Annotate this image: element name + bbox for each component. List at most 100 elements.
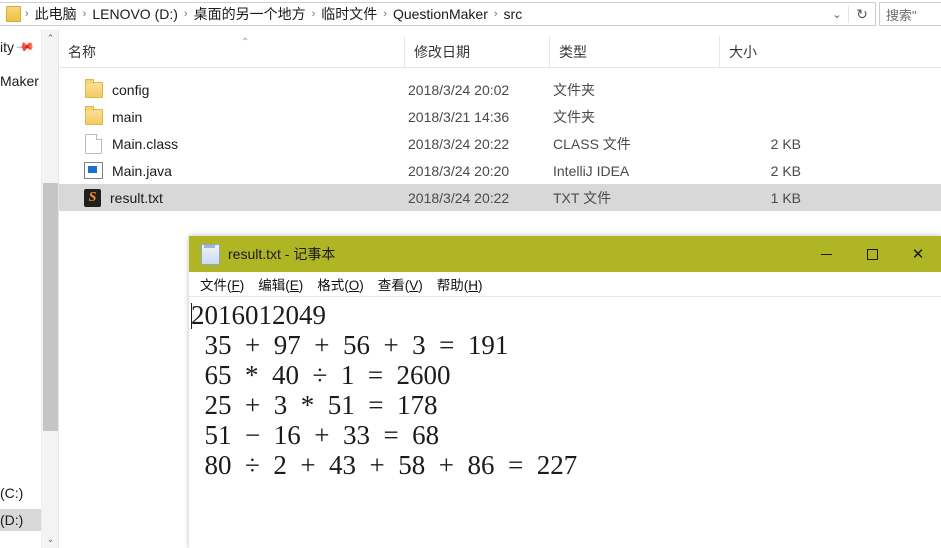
- file-type-cell: 文件夹: [553, 108, 595, 125]
- breadcrumb-separator: ›: [82, 8, 87, 20]
- refresh-icon[interactable]: ↻: [848, 5, 875, 23]
- nav-item-label: ity: [0, 39, 14, 55]
- maximize-icon: [866, 248, 878, 260]
- menu-item-view[interactable]: 查看(V): [371, 272, 430, 296]
- menu-accelerator: F: [231, 278, 240, 293]
- file-type-cell: IntelliJ IDEA: [553, 162, 630, 179]
- table-row[interactable]: S result.txt 2018/3/24 20:22 TXT 文件 1 KB: [59, 184, 941, 211]
- notepad-window: result.txt - 记事本 ✕ 文件(F) 编辑(E) 格式(O) 查看(…: [189, 236, 941, 548]
- search-placeholder: 搜索": [886, 7, 917, 23]
- file-date-cell: 2018/3/24 20:20: [408, 162, 510, 179]
- column-header-size[interactable]: 大小: [719, 36, 819, 67]
- file-name: result.txt: [110, 189, 163, 206]
- column-header-date[interactable]: 修改日期: [404, 36, 549, 67]
- breadcrumb-separator: ›: [311, 8, 316, 20]
- menu-label: 编辑: [258, 278, 286, 293]
- menu-label: 查看: [377, 278, 405, 293]
- file-size-cell: 1 KB: [770, 189, 801, 206]
- menu-label: 帮助: [436, 278, 464, 293]
- file-name-cell: S result.txt: [83, 184, 403, 211]
- file-date-cell: 2018/3/24 20:22: [408, 135, 510, 152]
- notepad-icon: [201, 243, 220, 265]
- navigation-pane: ity 📌 Maker (C:) (D:): [0, 30, 41, 548]
- file-type-cell: TXT 文件: [553, 189, 612, 206]
- folder-icon: [85, 78, 103, 98]
- maximize-button[interactable]: [849, 236, 895, 272]
- file-size-cell: [723, 103, 823, 130]
- file-name-cell: main: [83, 103, 403, 130]
- search-input[interactable]: 搜索": [879, 2, 941, 26]
- close-icon: ✕: [911, 245, 925, 263]
- close-button[interactable]: ✕: [895, 236, 941, 272]
- scroll-up-icon[interactable]: ⌃: [42, 30, 59, 47]
- nav-item-label: (C:): [0, 485, 24, 501]
- document-icon: [85, 133, 102, 154]
- nav-item-label: (D:): [0, 512, 24, 528]
- breadcrumb-separator: ›: [183, 8, 188, 20]
- file-name: Main.java: [112, 162, 172, 179]
- menu-accelerator: V: [409, 278, 419, 293]
- file-name-cell: config: [83, 76, 403, 103]
- notepad-content: 2016012049 35 + 97 + 56 + 3 = 191 65 * 4…: [191, 300, 578, 480]
- file-date-cell: 2018/3/24 20:22: [408, 189, 510, 206]
- menu-accelerator: O: [348, 278, 360, 293]
- file-name: Main.class: [112, 135, 179, 152]
- notepad-menu-bar: 文件(F) 编辑(E) 格式(O) 查看(V) 帮助(H): [189, 272, 941, 296]
- window-controls: ✕: [803, 236, 941, 272]
- table-row[interactable]: main 2018/3/21 14:36 文件夹: [59, 103, 941, 130]
- address-bar: › 此电脑 › LENOVO (D:) › 桌面的另一个地方 › 临时文件 › …: [0, 0, 941, 30]
- breadcrumb-separator: ›: [493, 8, 498, 20]
- menu-item-help[interactable]: 帮助(H): [430, 272, 490, 296]
- breadcrumb-separator: ›: [383, 8, 387, 20]
- file-type-cell: 文件夹: [553, 81, 595, 98]
- column-headers: ⌃ 名称 修改日期 类型 大小: [59, 36, 941, 68]
- file-type-cell: CLASS 文件: [553, 135, 631, 152]
- window-title: result.txt - 记事本: [228, 246, 336, 262]
- menu-accelerator: H: [468, 278, 479, 293]
- pin-icon: 📌: [15, 36, 36, 58]
- file-date-cell: 2018/3/24 20:02: [408, 81, 510, 98]
- table-row[interactable]: Main.java 2018/3/24 20:20 IntelliJ IDEA …: [59, 157, 941, 184]
- chevron-down-icon[interactable]: ⌄: [826, 8, 848, 21]
- file-name: config: [112, 81, 150, 98]
- file-date-cell: 2018/3/21 14:36: [408, 108, 510, 125]
- breadcrumb-item-2[interactable]: 桌面的另一个地方: [190, 3, 310, 25]
- nav-item-drive-c[interactable]: (C:): [0, 482, 41, 504]
- notepad-text-area[interactable]: 2016012049 35 + 97 + 56 + 3 = 191 65 * 4…: [189, 296, 941, 548]
- table-row[interactable]: Main.class 2018/3/24 20:22 CLASS 文件 2 KB: [59, 130, 941, 157]
- breadcrumb-item-4[interactable]: QuestionMaker: [389, 5, 492, 23]
- menu-item-edit[interactable]: 编辑(E): [251, 272, 310, 296]
- folder-icon: [6, 6, 21, 22]
- text-file-icon: S: [84, 188, 101, 207]
- breadcrumb-item-5[interactable]: src: [500, 5, 527, 23]
- file-name: main: [112, 108, 143, 125]
- nav-item-drive-d[interactable]: (D:): [0, 509, 41, 531]
- table-row[interactable]: config 2018/3/24 20:02 文件夹: [59, 76, 941, 103]
- file-name-cell: Main.class: [83, 130, 403, 157]
- breadcrumb-item-1[interactable]: LENOVO (D:): [88, 5, 182, 23]
- nav-item-quick-access[interactable]: ity 📌: [0, 36, 41, 58]
- breadcrumb-separator: ›: [25, 8, 29, 20]
- file-name-cell: Main.java: [83, 157, 403, 184]
- breadcrumb[interactable]: › 此电脑 › LENOVO (D:) › 桌面的另一个地方 › 临时文件 › …: [0, 2, 876, 26]
- column-header-name[interactable]: 名称: [59, 36, 404, 67]
- menu-item-file[interactable]: 文件(F): [193, 272, 251, 296]
- file-size-cell: [723, 76, 823, 103]
- menu-accelerator: E: [289, 278, 299, 293]
- column-header-type[interactable]: 类型: [549, 36, 719, 67]
- intellij-idea-icon: [84, 162, 103, 179]
- minimize-icon: [820, 253, 832, 255]
- breadcrumb-item-3[interactable]: 临时文件: [317, 3, 381, 25]
- navigation-scrollbar[interactable]: ⌃ ⌄: [41, 30, 58, 548]
- notepad-title-bar[interactable]: result.txt - 记事本 ✕: [189, 236, 941, 272]
- minimize-button[interactable]: [803, 236, 849, 272]
- scroll-down-icon[interactable]: ⌄: [42, 531, 59, 548]
- breadcrumb-item-0[interactable]: 此电脑: [31, 3, 81, 25]
- scrollbar-thumb[interactable]: [43, 183, 58, 431]
- file-size-cell: 2 KB: [770, 162, 801, 179]
- nav-item-questionmaker[interactable]: Maker: [0, 70, 41, 92]
- menu-item-format[interactable]: 格式(O): [310, 272, 371, 296]
- menu-label: 格式: [317, 278, 345, 293]
- menu-label: 文件: [200, 278, 227, 293]
- file-size-cell: 2 KB: [770, 135, 801, 152]
